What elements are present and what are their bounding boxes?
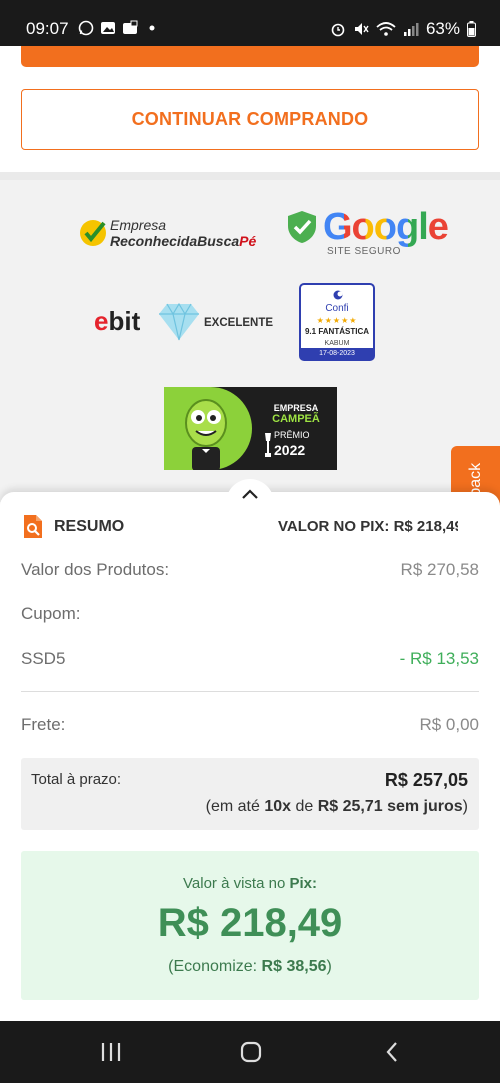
confi-logo-icon <box>333 290 343 300</box>
pix-value-header: VALOR NO PIX: R$ 218,49 <box>278 518 458 535</box>
status-time: 09:07 <box>26 19 69 38</box>
pix-price: R$ 218,49 <box>157 901 343 945</box>
recent-apps-icon[interactable] <box>100 1041 122 1063</box>
wifi-icon <box>376 22 396 36</box>
pix-save-suffix: ) <box>326 958 332 975</box>
install-suffix: ) <box>462 798 468 815</box>
ebit-e: e <box>94 306 109 336</box>
pix-header-value: R$ 218,49 <box>393 518 458 535</box>
pix-save-prefix: (Economize: <box>168 958 262 975</box>
gallery-icon <box>123 20 138 34</box>
confi-score: 9.1 FANTÁSTICA <box>304 327 369 336</box>
install-value: R$ 25,71 sem juros <box>317 798 463 815</box>
trophy-icon <box>265 433 271 457</box>
confi-store: KABUM <box>324 340 350 347</box>
buscape-text: ReconhecidaBusca <box>110 233 240 249</box>
confi-badge: Confi ★★★★★ 9.1 FANTÁSTICA KABUM 17-08-2… <box>299 283 375 361</box>
notification-icons <box>78 20 160 36</box>
install-mid: de <box>291 798 318 815</box>
total-term-value: R$ 257,05 <box>384 770 468 790</box>
google-wordmark: Google <box>323 206 449 249</box>
buscape-line2: ReconhecidaBuscaPé <box>110 233 256 249</box>
image-icon <box>101 22 115 34</box>
pix-header-label: VALOR NO PIX: <box>278 518 390 535</box>
install-count: 10x <box>264 798 292 815</box>
checkout-button[interactable] <box>21 46 479 67</box>
document-search-icon <box>24 515 42 538</box>
mascot-icon <box>185 399 227 470</box>
section-divider <box>0 172 500 180</box>
mute-icon <box>354 23 369 35</box>
summary-divider <box>21 691 479 692</box>
continue-shopping-button[interactable]: CONTINUAR COMPRANDO <box>21 89 479 150</box>
ebit-logo: ebit <box>94 306 140 337</box>
signal-icon <box>403 23 419 36</box>
confi-date: 17-08-2023 <box>301 348 373 359</box>
installment-info: (em até 10x de R$ 25,71 sem juros) <box>206 798 468 816</box>
pix-price-box: Valor à vista no Pix: R$ 218,49 (Economi… <box>21 851 479 1000</box>
coupon-discount: - R$ 13,53 <box>399 649 479 668</box>
whatsapp-icon <box>78 20 94 36</box>
battery-icon <box>467 21 476 37</box>
total-term-label: Total à prazo: <box>31 771 122 788</box>
back-icon[interactable] <box>382 1041 404 1063</box>
install-prefix: (em até <box>205 798 265 815</box>
confi-stars: ★★★★★ <box>316 316 358 325</box>
ebit-rest: bit <box>108 306 141 336</box>
shield-check-icon <box>288 211 316 243</box>
home-icon[interactable] <box>240 1041 262 1063</box>
products-value-label: Valor dos Produtos: <box>21 560 170 579</box>
chevron-up-icon <box>242 489 258 499</box>
android-navigation-bar <box>0 1021 500 1083</box>
ebit-level: EXCELENTE <box>204 317 274 329</box>
diamond-icon <box>159 302 199 341</box>
pix-label-bold: Pix: <box>289 875 317 892</box>
ebit-badge: ebit EXCELENTE <box>94 302 274 342</box>
check-badge-icon <box>80 220 106 246</box>
dot-icon <box>149 25 155 31</box>
confi-name: Confi <box>325 303 349 314</box>
reclame-aqui-award-badge: EMPRESA CAMPEÃ PRÊMIO 2022 <box>164 387 337 470</box>
coupon-label: Cupom: <box>21 604 81 623</box>
pix-label: Valor à vista no Pix: <box>21 875 479 892</box>
reclame-premio: PRÊMIO <box>274 430 310 440</box>
installment-total-box: Total à prazo: R$ 257,05 (em até 10x de … <box>21 758 479 830</box>
system-status: 63% <box>330 19 476 39</box>
summary-title: RESUMO <box>54 518 125 535</box>
reclame-campea: CAMPEÃ <box>272 413 320 425</box>
pix-savings: (Economize: R$ 38,56) <box>21 958 479 976</box>
buscape-line1: Empresa <box>110 217 167 233</box>
coupon-code: SSD5 <box>21 649 66 668</box>
google-word: Google <box>323 206 449 248</box>
alarm-icon <box>331 23 345 37</box>
google-safe-site-badge: Google SITE SEGURO <box>286 206 456 260</box>
google-safe-site-label: SITE SEGURO <box>327 246 401 257</box>
reclame-year: 2022 <box>274 442 306 458</box>
reclame-empresa: EMPRESA <box>273 403 319 413</box>
pix-label-prefix: Valor à vista no <box>183 875 290 892</box>
shipping-label: Frete: <box>21 715 66 734</box>
status-bar: 09:07 63% <box>0 0 500 46</box>
battery-percent: 63% <box>425 19 460 38</box>
buscape-text-red: Pé <box>239 233 257 249</box>
products-value: R$ 270,58 <box>400 560 479 579</box>
pix-save-value: R$ 38,56 <box>261 958 327 975</box>
shipping-value: R$ 0,00 <box>419 715 479 734</box>
